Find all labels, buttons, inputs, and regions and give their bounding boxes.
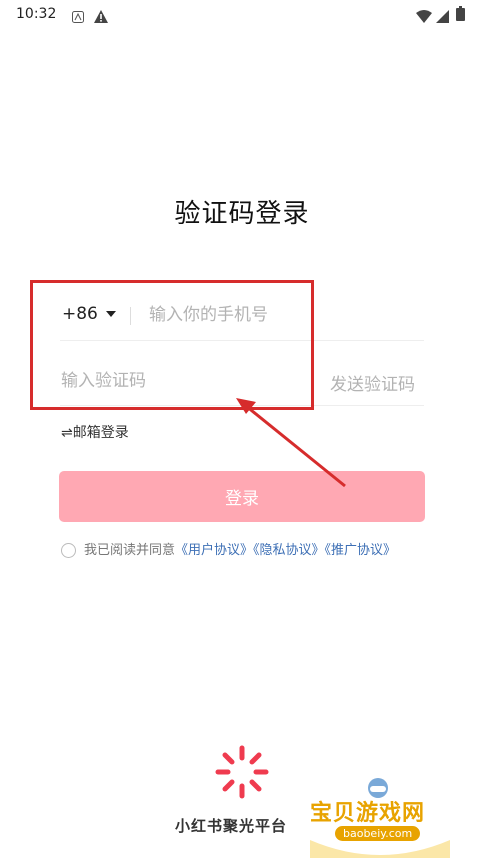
watermark-text: 宝贝游戏网 xyxy=(310,801,426,826)
privacy-agreement-link[interactable]: 《隐私协议》 xyxy=(253,543,325,558)
wifi-icon xyxy=(416,8,432,27)
user-agreement-link[interactable]: 《用户协议》 xyxy=(175,543,253,558)
promotion-agreement-link[interactable]: 《推广协议》 xyxy=(325,543,397,558)
signal-icon xyxy=(436,8,449,27)
email-login-link[interactable]: ⇌邮箱登录 xyxy=(61,422,129,442)
agreement-text: 我已阅读并同意《用户协议》《隐私协议》《推广协议》 xyxy=(84,540,434,562)
watermark-url: baobeiy.com xyxy=(335,826,421,841)
annotation-highlight-box xyxy=(30,280,314,410)
notification-icon xyxy=(72,8,84,27)
status-time: 10:32 xyxy=(16,6,57,22)
battery-icon xyxy=(456,6,465,25)
agreement-checkbox[interactable] xyxy=(61,543,76,558)
status-bar: 10:32 xyxy=(0,0,484,30)
login-button[interactable]: 登录 xyxy=(59,471,425,522)
warning-icon xyxy=(94,8,108,27)
brand-logo-icon xyxy=(214,744,270,804)
send-code-button[interactable]: 发送验证码 xyxy=(330,370,415,395)
agreement-prefix: 我已阅读并同意 xyxy=(84,543,176,558)
brand-name: 小红书聚光平台 xyxy=(175,817,288,835)
page-title: 验证码登录 xyxy=(174,199,310,229)
